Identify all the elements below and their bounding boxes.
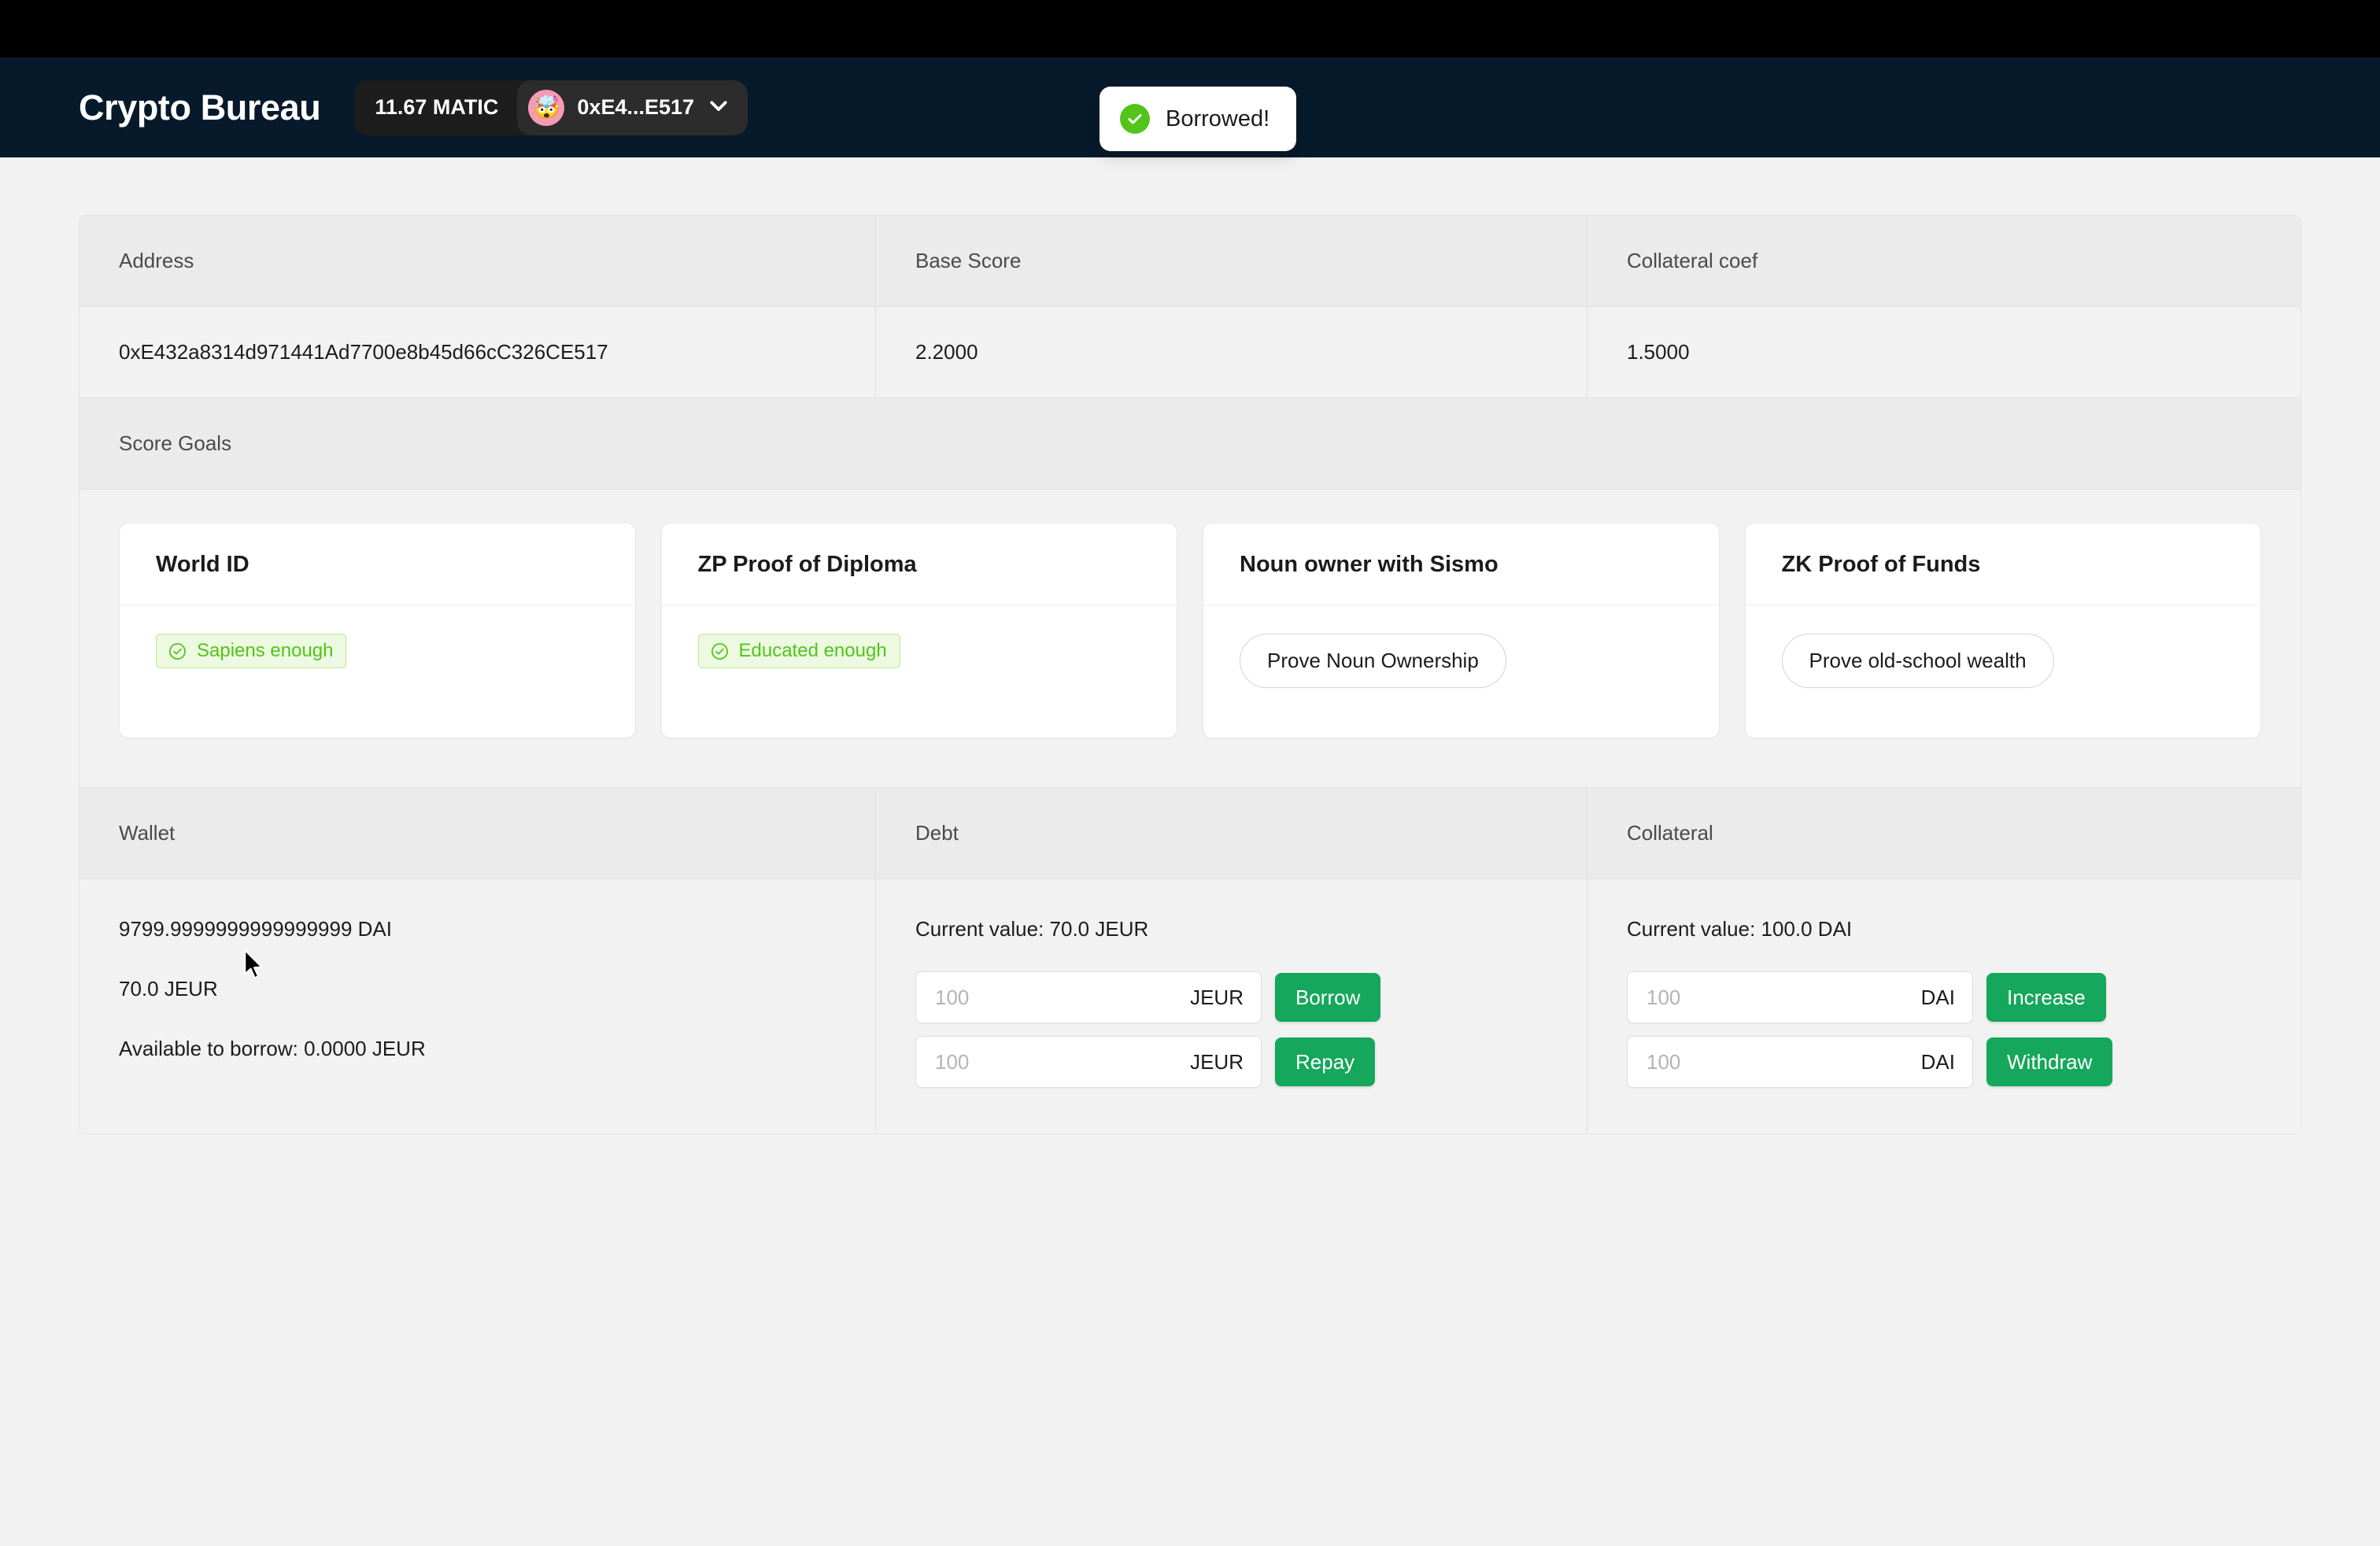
- account-table-header-row: Address Base Score Collateral coef: [79, 216, 2301, 307]
- score-goal-card-noun-owner-with-sismo: Noun owner with Sismo Prove Noun Ownersh…: [1203, 523, 1720, 738]
- score-goal-card-zp-proof-of-diploma: ZP Proof of Diploma Educated enough: [660, 523, 1177, 738]
- score-goal-title: ZP Proof of Diploma: [661, 523, 1177, 605]
- cell-address-value: 0xE432a8314d971441Ad7700e8b45d66cC326CE5…: [79, 307, 876, 398]
- increase-amount-field[interactable]: DAI: [1627, 971, 1973, 1023]
- top-black-strip: [0, 0, 2380, 57]
- wallet-chip[interactable]: 11.67 MATIC 🤯 0xE4...E517: [354, 80, 748, 135]
- account-address-button[interactable]: 🤯 0xE4...E517: [517, 80, 748, 135]
- score-goal-title: ZK Proof of Funds: [1745, 523, 2260, 605]
- wallet-panel: 9799.9999999999999999 DAI 70.0 JEUR Avai…: [79, 879, 876, 1134]
- account-table-row: 0xE432a8314d971441Ad7700e8b45d66cC326CE5…: [79, 307, 2301, 398]
- prove-old-school-wealth-button[interactable]: Prove old-school wealth: [1781, 634, 2054, 688]
- chevron-down-icon: [707, 94, 730, 121]
- bureau-card: Address Base Score Collateral coef 0xE43…: [79, 215, 2301, 1134]
- check-circle-outline-icon: [168, 642, 187, 661]
- page-content: Address Base Score Collateral coef 0xE43…: [0, 157, 2380, 1546]
- score-goal-card-zk-proof-of-funds: ZK Proof of Funds Prove old-school wealt…: [1744, 523, 2261, 738]
- borrow-action-row: JEUR Borrow: [915, 971, 1547, 1023]
- debt-panel: Current value: 70.0 JEUR JEUR Borrow JEU…: [876, 879, 1587, 1134]
- score-goal-body: Educated enough: [662, 605, 1177, 738]
- prove-noun-ownership-button[interactable]: Prove Noun Ownership: [1240, 634, 1506, 688]
- withdraw-amount-field[interactable]: DAI: [1627, 1036, 1973, 1088]
- wallet-available-to-borrow: Available to borrow: 0.0000 JEUR: [119, 1037, 426, 1060]
- withdraw-amount-input[interactable]: [1628, 1037, 1972, 1087]
- repay-amount-input[interactable]: [916, 1037, 1261, 1087]
- column-header-collateral: Collateral: [1627, 821, 1713, 845]
- collateral-panel: Current value: 100.0 DAI DAI Increase DA…: [1587, 879, 2301, 1134]
- wallet-dai-balance: 9799.9999999999999999 DAI: [119, 917, 392, 941]
- avatar-emoji-icon: 🤯: [532, 94, 560, 120]
- withdraw-button[interactable]: Withdraw: [1986, 1037, 2113, 1086]
- matic-balance-label: 11.67 MATIC: [375, 95, 499, 119]
- score-goal-body: Prove old-school wealth: [1746, 605, 2261, 738]
- repay-amount-field[interactable]: JEUR: [915, 1036, 1262, 1088]
- status-badge: Educated enough: [697, 634, 900, 668]
- debt-current-value: Current value: 70.0 JEUR: [915, 917, 1149, 941]
- collateral-current-value: Current value: 100.0 DAI: [1627, 917, 1853, 941]
- avatar: 🤯: [528, 89, 565, 126]
- column-header-collateral-coef: Collateral coef: [1627, 249, 1758, 272]
- finance-header-row: Wallet Debt Collateral: [79, 788, 2301, 879]
- column-header-base-score: Base Score: [876, 216, 1587, 306]
- status-badge-label: Sapiens enough: [197, 640, 334, 661]
- app-brand-title: Crypto Bureau: [79, 87, 321, 128]
- main-panel: Address Base Score Collateral coef 0xE43…: [79, 157, 2301, 1134]
- finance-body-row: 9799.9999999999999999 DAI 70.0 JEUR Avai…: [79, 879, 2301, 1134]
- account-address-label: 0xE4...E517: [577, 95, 695, 119]
- withdraw-action-row: DAI Withdraw: [1627, 1036, 2261, 1088]
- score-goal-body: Prove Noun Ownership: [1203, 605, 1719, 738]
- status-badge-label: Educated enough: [738, 640, 887, 661]
- increase-amount-input[interactable]: [1628, 972, 1972, 1023]
- toast-message: Borrowed!: [1166, 105, 1270, 131]
- increase-action-row: DAI Increase: [1627, 971, 2261, 1023]
- column-header-address: Address: [79, 216, 876, 306]
- toast-notification: Borrowed!: [1099, 87, 1297, 151]
- wallet-jeur-balance: 70.0 JEUR: [119, 977, 218, 1000]
- score-goal-title: Noun owner with Sismo: [1203, 523, 1719, 605]
- borrow-amount-field[interactable]: JEUR: [915, 971, 1262, 1023]
- score-goal-title: World ID: [120, 523, 635, 605]
- borrow-button[interactable]: Borrow: [1275, 973, 1381, 1022]
- borrow-amount-input[interactable]: [916, 972, 1261, 1023]
- column-header-wallet: Wallet: [79, 788, 876, 878]
- score-goal-body: Sapiens enough: [120, 605, 635, 738]
- repay-action-row: JEUR Repay: [915, 1036, 1547, 1088]
- score-goals-section-header: Score Goals: [79, 398, 2301, 490]
- score-goal-card-world-id: World ID Sapiens enough: [119, 523, 636, 738]
- column-header-debt: Debt: [876, 788, 1587, 878]
- check-circle-outline-icon: [710, 642, 730, 661]
- cell-base-score-value: 2.2000: [876, 307, 1587, 398]
- status-badge: Sapiens enough: [156, 634, 347, 668]
- increase-button[interactable]: Increase: [1986, 973, 2106, 1022]
- cell-collateral-coef-value: 1.5000: [1627, 340, 1690, 364]
- repay-button[interactable]: Repay: [1275, 1037, 1376, 1086]
- check-circle-icon: [1120, 104, 1150, 134]
- score-goals-list: World ID Sapiens enough ZP Proof of Dipl…: [79, 490, 2301, 788]
